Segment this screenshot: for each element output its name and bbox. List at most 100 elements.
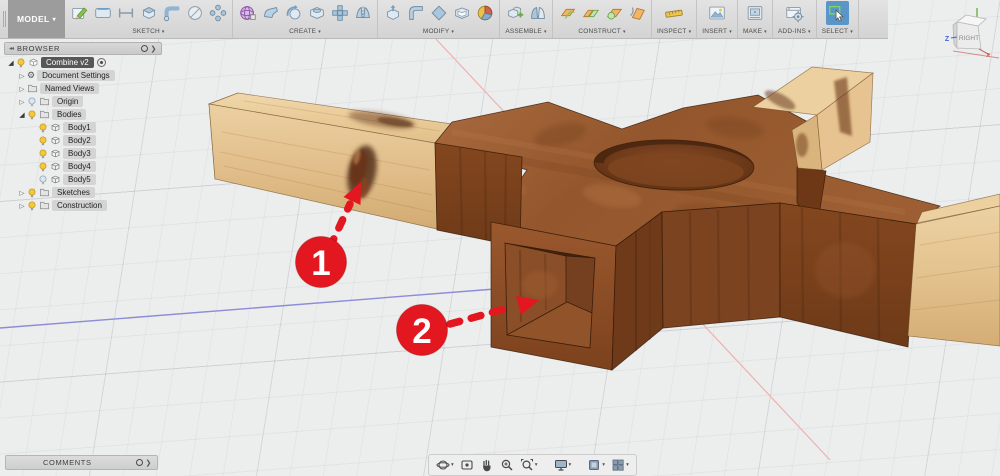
tree-expander-icon[interactable]: ▷ (17, 98, 27, 106)
toolbar-group-menu[interactable]: CREATE ▾ (236, 26, 374, 37)
tree-label[interactable]: Named Views (40, 83, 100, 94)
zoom-icon[interactable] (500, 458, 514, 472)
tree-label[interactable]: Body5 (63, 174, 96, 185)
tree-label[interactable]: Body4 (63, 161, 96, 172)
tree-label[interactable]: Body3 (63, 148, 96, 159)
fit-icon[interactable]: ▾ (520, 458, 538, 472)
visibility-bulb-icon[interactable] (38, 162, 48, 172)
browser-tree-row[interactable]: ▷ Sketches (4, 186, 174, 199)
tree-label[interactable]: Sketches (52, 187, 95, 198)
toolbar-group-menu[interactable]: ASSEMBLE ▾ (503, 26, 549, 37)
plane-offset-icon[interactable] (556, 1, 579, 25)
activate-radio-icon[interactable] (96, 58, 106, 67)
tree-label[interactable]: Combine v2 (41, 57, 94, 68)
collapse-panel-icon[interactable]: ◂◂ (9, 45, 14, 52)
chevron-right-icon[interactable]: ❯ (146, 459, 152, 467)
insert-image-icon[interactable] (706, 1, 729, 25)
toolbar-group-menu[interactable]: MODIFY ▾ (381, 26, 496, 37)
plane-midplane-icon[interactable] (579, 1, 602, 25)
tree-label[interactable]: Body2 (63, 135, 96, 146)
plane-axis-icon[interactable] (602, 1, 625, 25)
fillet-icon[interactable] (404, 1, 427, 25)
select-cursor-icon[interactable] (825, 1, 849, 25)
browser-header[interactable]: ◂◂ BROWSER ❯ (4, 42, 162, 55)
tree-label[interactable]: Body1 (63, 122, 96, 133)
tree-expander-icon[interactable]: ▷ (17, 202, 27, 210)
press-pull-icon[interactable] (381, 1, 404, 25)
display-settings-icon[interactable]: ▾ (554, 458, 571, 472)
visibility-bulb-icon[interactable] (27, 188, 37, 198)
visibility-bulb-icon[interactable] (38, 149, 48, 159)
body-beam-left[interactable] (207, 92, 453, 230)
viewports-icon[interactable]: ▾ (611, 458, 629, 472)
browser-tree-row[interactable]: Body4 (4, 160, 174, 173)
browser-tree-row[interactable]: ▷ Construction (4, 199, 174, 212)
chevron-right-icon[interactable]: ❯ (151, 45, 157, 53)
workspace-selector[interactable]: MODEL ▾ (8, 0, 65, 38)
measure-icon[interactable] (663, 1, 686, 25)
panel-options-icon[interactable] (140, 45, 148, 52)
browser-tree-row[interactable]: ◢ Combine v2 (4, 56, 174, 69)
tree-label[interactable]: Construction (52, 200, 107, 211)
browser-tree-row[interactable]: Body3 (4, 147, 174, 160)
tree-expander-icon[interactable]: ▷ (17, 72, 27, 80)
browser-tree-row[interactable]: ▷ Named Views (4, 82, 174, 95)
visibility-bulb-icon[interactable] (38, 136, 48, 146)
grid-settings-icon[interactable]: ▾ (587, 458, 605, 472)
viewcube-left-face[interactable] (952, 21, 958, 50)
browser-tree-row[interactable]: ◢ Bodies (4, 108, 174, 121)
visibility-bulb-icon[interactable] (16, 58, 26, 68)
tree-expander-icon[interactable]: ▷ (17, 189, 27, 197)
tree-expander-icon[interactable]: ◢ (6, 59, 16, 67)
toolbar-group-menu[interactable]: SELECT ▾ (820, 26, 855, 37)
tree-label[interactable]: Document Settings (37, 70, 115, 81)
mirror-icon[interactable] (351, 1, 374, 25)
toolbar-group-menu[interactable]: ADD-INS ▾ (776, 26, 813, 37)
toolbar-drag-handle[interactable] (0, 0, 8, 38)
visibility-bulb-icon[interactable] (27, 97, 37, 107)
browser-tree-row[interactable]: ▷ ⚙ Document Settings (4, 69, 174, 82)
make-print-icon[interactable] (743, 1, 766, 25)
pattern-plus-icon[interactable] (328, 1, 351, 25)
shell-icon[interactable] (450, 1, 473, 25)
browser-tree-row[interactable]: ▷ Origin (4, 95, 174, 108)
look-at-icon[interactable] (460, 458, 474, 472)
loft-icon[interactable] (259, 1, 282, 25)
toolbar-group-menu[interactable]: SKETCH ▾ (68, 26, 229, 37)
line-tool-icon[interactable] (114, 1, 137, 25)
extrude-box-icon[interactable] (137, 1, 160, 25)
form-sphere-icon[interactable] (236, 1, 259, 25)
addins-scripts-icon[interactable] (783, 1, 806, 25)
tree-expander-icon[interactable]: ◢ (17, 111, 27, 119)
plane-tangent-icon[interactable] (625, 1, 648, 25)
orbit-icon[interactable]: ▾ (436, 458, 454, 472)
visibility-bulb-icon[interactable] (27, 201, 37, 211)
new-component-icon[interactable] (503, 1, 526, 25)
visibility-bulb-icon[interactable] (38, 123, 48, 133)
visibility-bulb-icon[interactable] (38, 175, 48, 185)
chamfer-icon[interactable] (427, 1, 450, 25)
appearance-pie-icon[interactable] (473, 1, 496, 25)
joint-icon[interactable] (526, 1, 549, 25)
toolbar-group-menu[interactable]: CONSTRUCT ▾ (556, 26, 648, 37)
revolve-icon[interactable] (282, 1, 305, 25)
browser-tree-row[interactable]: Body5 (4, 173, 174, 186)
browser-tree-row[interactable]: Body1 (4, 121, 174, 134)
tree-expander-icon[interactable]: ▷ (17, 85, 27, 93)
create-sketch-icon[interactable] (68, 1, 91, 25)
circle-tool-icon[interactable] (183, 1, 206, 25)
body-beam-right[interactable] (907, 193, 1000, 347)
browser-tree-row[interactable]: Body2 (4, 134, 174, 147)
toolbar-group-menu[interactable]: INSPECT ▾ (655, 26, 693, 37)
viewcube[interactable]: RIGHT Z x (945, 8, 1000, 59)
pan-icon[interactable] (480, 458, 494, 472)
sweep-pipe-icon[interactable] (160, 1, 183, 25)
rectangle-tool-icon[interactable] (91, 1, 114, 25)
tree-label[interactable]: Bodies (52, 109, 87, 120)
comments-bar[interactable]: COMMENTS ❯ (5, 455, 158, 470)
box-primitive-icon[interactable] (305, 1, 328, 25)
toolbar-group-menu[interactable]: INSERT ▾ (700, 26, 734, 37)
tree-label[interactable]: Origin (52, 96, 84, 107)
pattern-dots-icon[interactable] (206, 1, 229, 25)
toolbar-group-menu[interactable]: MAKE ▾ (741, 26, 769, 37)
